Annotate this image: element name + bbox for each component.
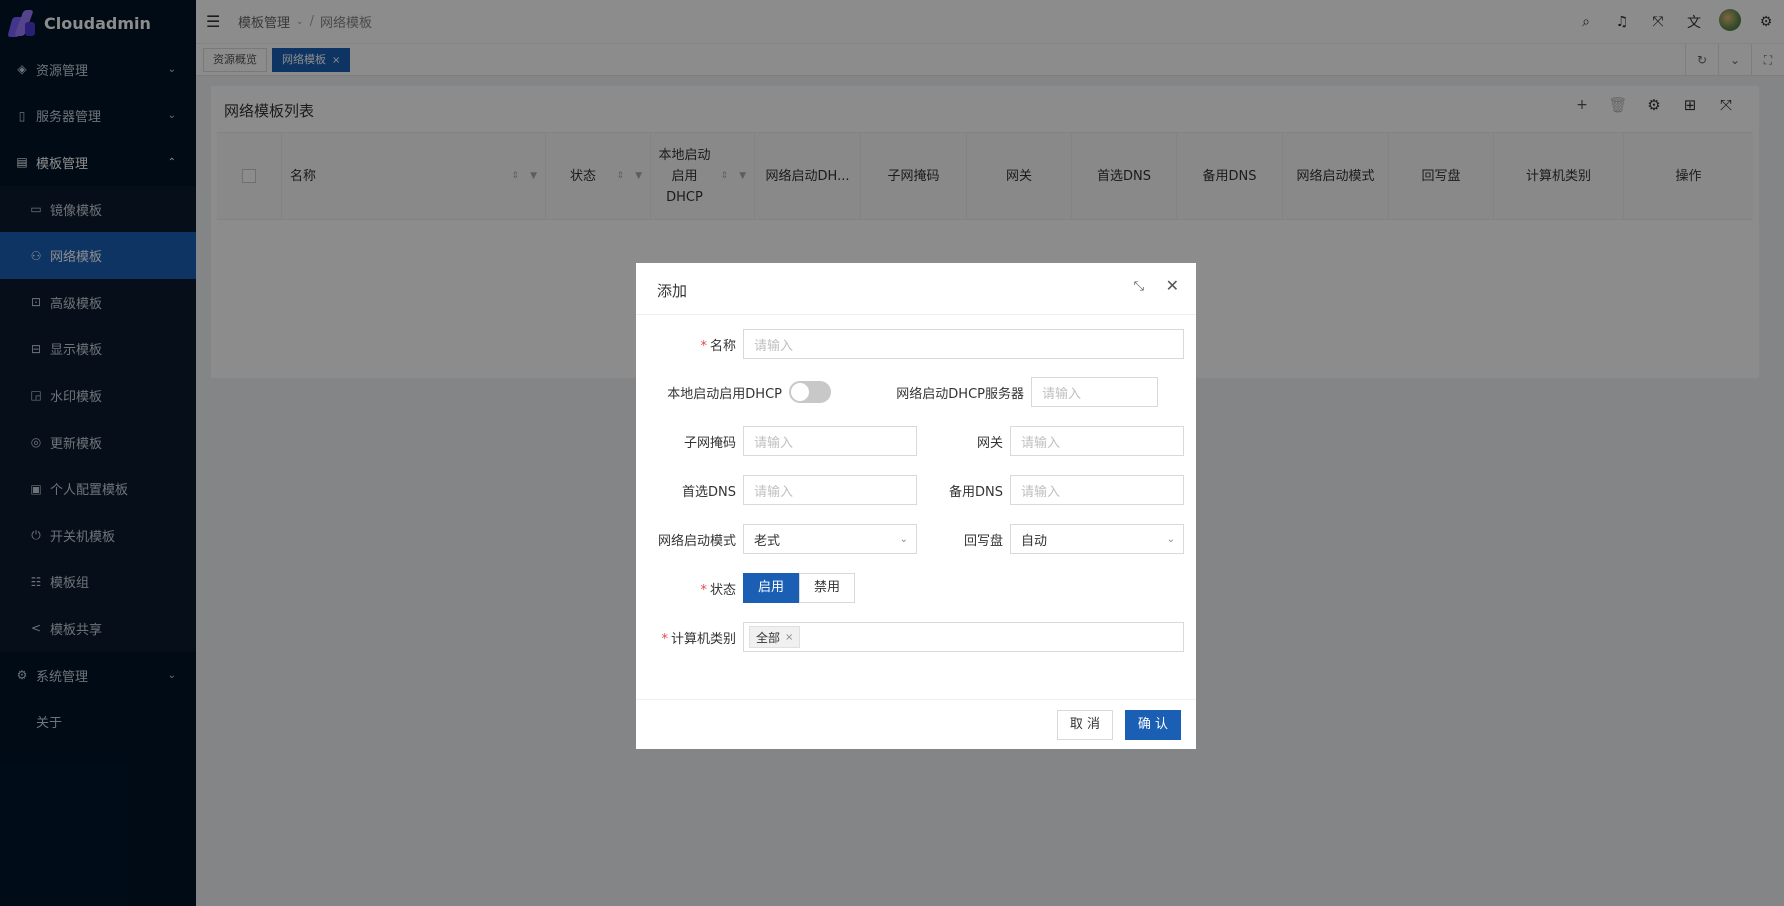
label-text: 计算机类别 bbox=[670, 631, 736, 647]
gateway-input[interactable]: 请输入 bbox=[1010, 426, 1184, 456]
tag-label: 全部 bbox=[756, 630, 781, 645]
select-value: 老式 bbox=[754, 533, 781, 549]
boot-mode-select[interactable]: 老式 ⌄ bbox=[743, 524, 917, 554]
dns1-label: 首选DNS bbox=[682, 484, 736, 500]
writeback-select[interactable]: 自动 ⌄ bbox=[1010, 524, 1184, 554]
form-row-name: * 名称 请输入 bbox=[636, 329, 1184, 359]
writeback-label: 回写盘 bbox=[963, 533, 1003, 549]
label-text: 名称 bbox=[709, 338, 736, 354]
dialog-header: 添加 ⤡ ✕ bbox=[636, 263, 1196, 315]
form-row-category: * 计算机类别 全部 × bbox=[636, 622, 1184, 652]
local-dhcp-label: 本地启动启用DHCP bbox=[667, 386, 782, 402]
select-value: 自动 bbox=[1021, 533, 1048, 549]
boot-mode-label: 网络启动模式 bbox=[657, 533, 736, 549]
status-enable-button[interactable]: 启用 bbox=[743, 573, 800, 603]
fullscreen-icon[interactable]: ⤡ bbox=[1134, 279, 1144, 294]
dns2-input[interactable]: 请输入 bbox=[1010, 475, 1184, 505]
category-tag: 全部 × bbox=[749, 626, 801, 648]
net-dhcp-server-input[interactable]: 请输入 bbox=[1031, 377, 1158, 407]
form-row-subnet: 子网掩码 请输入 网关 请输入 bbox=[636, 426, 1184, 456]
dns1-input[interactable]: 请输入 bbox=[743, 475, 917, 505]
subnet-input[interactable]: 请输入 bbox=[743, 426, 917, 456]
chevron-down-icon: ⌄ bbox=[1166, 533, 1175, 545]
add-dialog: 添加 ⤡ ✕ * 名称 请输入 本地启动启用DHCP 网络启动DHCP服务器 请输… bbox=[636, 263, 1196, 749]
category-multiselect[interactable]: 全部 × bbox=[743, 622, 1184, 652]
status-radio-group: 启用 禁用 bbox=[743, 573, 856, 603]
status-label: * 状态 bbox=[636, 579, 736, 598]
required-mark: * bbox=[700, 582, 707, 598]
name-label: * 名称 bbox=[636, 335, 736, 354]
label-text: 状态 bbox=[709, 582, 736, 598]
form-row-status: * 状态 启用 禁用 bbox=[636, 573, 856, 603]
status-disable-button[interactable]: 禁用 bbox=[799, 573, 856, 603]
local-dhcp-switch[interactable] bbox=[789, 381, 831, 403]
chevron-down-icon: ⌄ bbox=[899, 533, 908, 545]
form-row-dns: 首选DNS 请输入 备用DNS 请输入 bbox=[636, 475, 1184, 505]
switch-knob bbox=[791, 383, 809, 401]
required-mark: * bbox=[700, 338, 707, 354]
net-dhcp-server-label: 网络启动DHCP服务器 bbox=[896, 386, 1024, 402]
dns2-label: 备用DNS bbox=[949, 484, 1003, 500]
close-icon[interactable]: × bbox=[785, 632, 793, 643]
form-row-dhcp: 本地启动启用DHCP 网络启动DHCP服务器 请输入 bbox=[636, 377, 1158, 407]
category-label: * 计算机类别 bbox=[636, 628, 736, 647]
form-row-boot: 网络启动模式 老式 ⌄ 回写盘 自动 ⌄ bbox=[636, 524, 1184, 554]
close-icon[interactable]: ✕ bbox=[1166, 276, 1179, 295]
dialog-footer: 取 消 确 认 bbox=[636, 699, 1196, 749]
subnet-label: 子网掩码 bbox=[683, 435, 736, 451]
name-input[interactable]: 请输入 bbox=[743, 329, 1184, 359]
gateway-label: 网关 bbox=[976, 435, 1003, 451]
cancel-button[interactable]: 取 消 bbox=[1056, 710, 1113, 740]
dialog-title: 添加 bbox=[657, 282, 688, 300]
confirm-button[interactable]: 确 认 bbox=[1124, 710, 1181, 740]
required-mark: * bbox=[661, 631, 668, 647]
